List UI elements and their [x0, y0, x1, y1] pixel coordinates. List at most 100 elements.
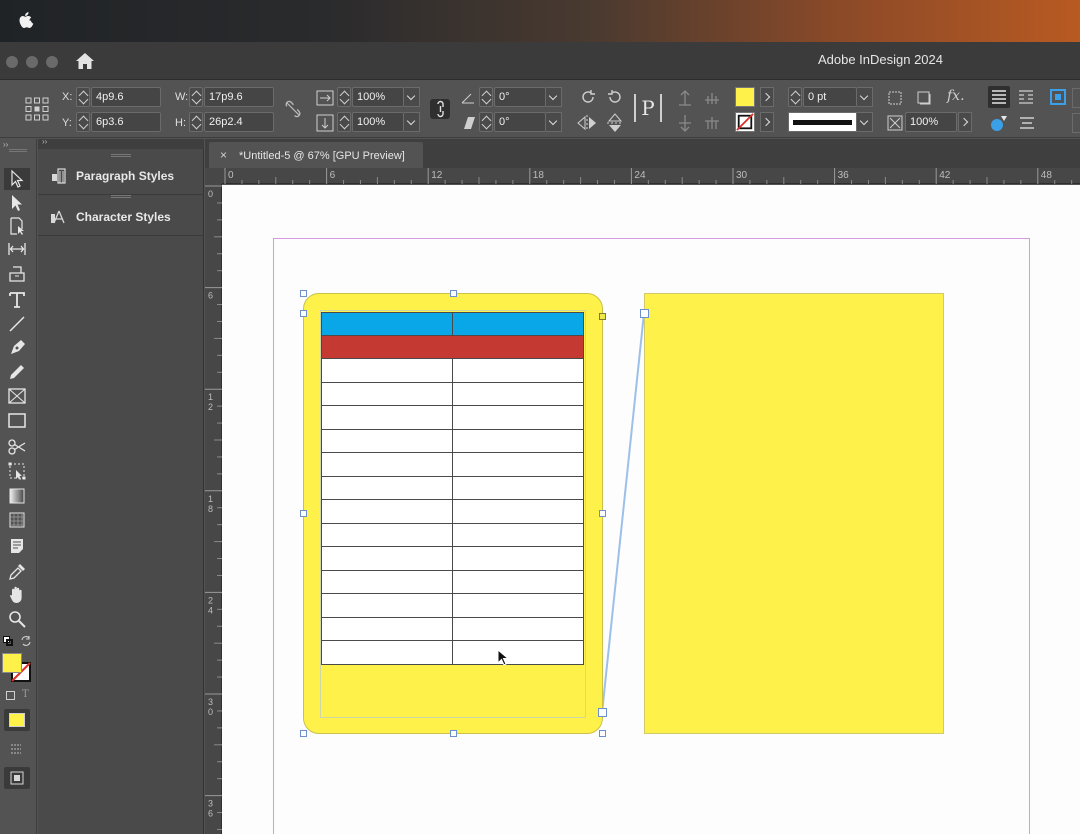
object-styles-icon[interactable] [989, 113, 1009, 133]
document-page[interactable] [222, 185, 1080, 834]
in-port[interactable] [640, 309, 649, 318]
opacity-field[interactable]: 100% [905, 112, 957, 132]
frame-fitting-icon[interactable] [886, 89, 904, 107]
table-cell[interactable] [452, 569, 584, 594]
scale-y-field[interactable]: 100% [352, 112, 404, 132]
hand-tool-icon[interactable] [7, 585, 27, 605]
table-row[interactable] [321, 593, 584, 618]
text-wrap-none-icon[interactable] [988, 86, 1010, 108]
formatting-text-icon[interactable]: T [22, 689, 29, 700]
table-cell[interactable] [321, 358, 453, 383]
reference-point-p-icon[interactable]: P [634, 94, 662, 122]
fill-proxy-swatch[interactable] [2, 653, 22, 673]
table-cell[interactable] [321, 312, 453, 336]
select-next-object-icon[interactable] [702, 113, 722, 133]
table-cell[interactable] [452, 522, 584, 547]
pencil-tool-icon[interactable] [7, 362, 27, 382]
shear-dropdown[interactable] [546, 112, 562, 132]
w-field[interactable]: 17p9.6 [204, 87, 274, 107]
table-cell[interactable] [321, 335, 584, 359]
stroke-weight-dropdown[interactable] [857, 87, 873, 107]
selection-handle-inner-top-left[interactable] [300, 310, 307, 317]
fill-swatch[interactable] [735, 87, 755, 107]
scale-x-stepper[interactable] [337, 87, 351, 107]
screen-mode-button[interactable] [4, 767, 30, 789]
select-content-icon[interactable] [675, 113, 695, 133]
rotation-dropdown[interactable] [546, 87, 562, 107]
eyedropper-tool-icon[interactable] [7, 562, 27, 582]
scissors-tool-icon[interactable] [7, 437, 27, 457]
w-stepper[interactable] [189, 87, 203, 107]
free-transform-tool-icon[interactable] [7, 461, 27, 481]
selection-handle-bottom[interactable] [450, 730, 457, 737]
table-cell[interactable] [321, 569, 453, 594]
direct-selection-tool-icon[interactable] [7, 193, 27, 213]
selection-handle-top[interactable] [450, 290, 457, 297]
scale-y-stepper[interactable] [337, 112, 351, 132]
x-field[interactable]: 4p9.6 [91, 87, 161, 107]
paragraph-styles-panel-tab[interactable]: Paragraph Styles [38, 157, 204, 195]
stroke-none-swatch[interactable] [735, 112, 755, 132]
zoom-tool-icon[interactable] [7, 609, 27, 629]
selection-handle-top-left[interactable] [300, 290, 307, 297]
character-styles-panel-tab[interactable]: Character Styles [38, 198, 204, 236]
table-cell[interactable] [321, 546, 453, 571]
close-document-tab-icon[interactable]: × [220, 148, 227, 162]
rotation-stepper[interactable] [479, 87, 493, 107]
flip-horizontal-icon[interactable] [577, 113, 597, 133]
fill-stroke-proxy[interactable] [2, 653, 34, 685]
flip-vertical-icon[interactable] [605, 113, 625, 133]
rectangle-tool-icon[interactable] [7, 411, 27, 431]
out-port[interactable] [598, 708, 607, 717]
select-previous-object-icon[interactable] [702, 88, 722, 108]
auto-fit-icon[interactable] [1048, 87, 1068, 107]
table-cell[interactable] [452, 381, 584, 406]
constrain-proportions-icon[interactable] [284, 100, 302, 118]
apply-color-button[interactable] [4, 709, 30, 731]
selection-tool-icon[interactable] [4, 168, 30, 190]
table-cell[interactable] [452, 499, 584, 524]
table-row[interactable] [321, 522, 584, 547]
pen-tool-icon[interactable] [7, 338, 27, 358]
swap-fill-stroke-icon[interactable] [20, 635, 32, 647]
table-merged-row[interactable] [321, 335, 584, 359]
table-cell[interactable] [452, 428, 584, 453]
table-row[interactable] [321, 569, 584, 594]
link-scale-icon[interactable] [430, 99, 450, 119]
note-tool-icon[interactable] [7, 536, 27, 556]
table-cell[interactable] [321, 640, 453, 665]
table-cell[interactable] [452, 640, 584, 665]
stroke-type-field[interactable] [788, 112, 857, 132]
formatting-container-icon[interactable] [6, 691, 15, 700]
table-cell[interactable] [321, 593, 453, 618]
table[interactable] [321, 312, 584, 665]
table-cell[interactable] [321, 499, 453, 524]
corner-options-handle[interactable] [599, 313, 606, 320]
table-cell[interactable] [452, 475, 584, 500]
selection-handle-left[interactable] [300, 510, 307, 517]
scale-x-dropdown[interactable] [404, 87, 420, 107]
table-row[interactable] [321, 640, 584, 665]
table-cell[interactable] [321, 428, 453, 453]
x-stepper[interactable] [76, 87, 90, 107]
align-icon[interactable] [1017, 113, 1037, 133]
opacity-menu[interactable] [958, 112, 972, 132]
table-row[interactable] [321, 475, 584, 500]
type-tool-icon[interactable] [7, 290, 27, 310]
table-cell[interactable] [452, 593, 584, 618]
scale-x-field[interactable]: 100% [352, 87, 404, 107]
scale-y-dropdown[interactable] [404, 112, 420, 132]
table-row[interactable] [321, 358, 584, 383]
fill-swatch-menu[interactable] [760, 87, 774, 107]
reference-point-icon[interactable] [24, 96, 50, 122]
h-field[interactable]: 26p2.4 [204, 112, 274, 132]
linked-text-frame[interactable] [644, 293, 944, 734]
gradient-feather-tool-icon[interactable] [7, 510, 27, 530]
table-cell[interactable] [321, 475, 453, 500]
table-cell[interactable] [452, 616, 584, 641]
page-tool-icon[interactable] [7, 216, 27, 236]
selection-handle-bottom-left[interactable] [300, 730, 307, 737]
gap-tool-icon[interactable] [7, 239, 27, 259]
table-row[interactable] [321, 452, 584, 477]
table-cell[interactable] [321, 616, 453, 641]
